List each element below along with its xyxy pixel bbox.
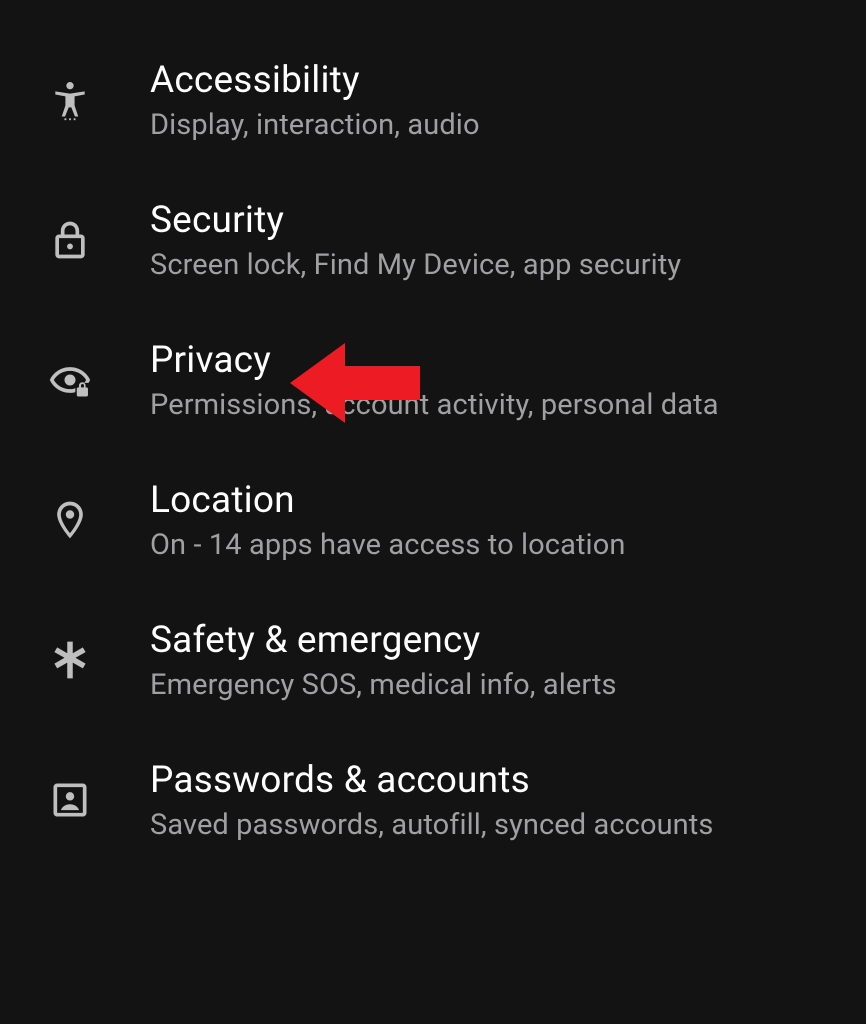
- privacy-eye-icon: [40, 350, 100, 410]
- emergency-asterisk-icon: [40, 630, 100, 690]
- settings-item-accessibility[interactable]: Accessibility Display, interaction, audi…: [0, 30, 866, 170]
- settings-item-security[interactable]: Security Screen lock, Find My Device, ap…: [0, 170, 866, 310]
- accessibility-icon: [40, 70, 100, 130]
- settings-item-text: Safety & emergency Emergency SOS, medica…: [150, 619, 617, 702]
- settings-item-title: Security: [150, 199, 681, 242]
- settings-item-title: Privacy: [150, 339, 719, 382]
- settings-item-title: Location: [150, 479, 625, 522]
- settings-item-title: Passwords & accounts: [150, 759, 713, 802]
- settings-item-subtitle: Display, interaction, audio: [150, 108, 480, 142]
- settings-item-text: Security Screen lock, Find My Device, ap…: [150, 199, 681, 282]
- settings-item-subtitle: Emergency SOS, medical info, alerts: [150, 668, 617, 702]
- account-box-icon: [40, 770, 100, 830]
- settings-item-text: Location On - 14 apps have access to loc…: [150, 479, 625, 562]
- settings-item-text: Privacy Permissions, account activity, p…: [150, 339, 719, 422]
- settings-item-subtitle: Screen lock, Find My Device, app securit…: [150, 248, 681, 282]
- settings-item-subtitle: On - 14 apps have access to location: [150, 528, 625, 562]
- settings-item-subtitle: Permissions, account activity, personal …: [150, 388, 719, 422]
- settings-item-privacy[interactable]: Privacy Permissions, account activity, p…: [0, 310, 866, 450]
- settings-item-safety-emergency[interactable]: Safety & emergency Emergency SOS, medica…: [0, 590, 866, 730]
- settings-list: Accessibility Display, interaction, audi…: [0, 0, 866, 870]
- settings-item-title: Accessibility: [150, 59, 480, 102]
- lock-icon: [40, 210, 100, 270]
- settings-item-passwords-accounts[interactable]: Passwords & accounts Saved passwords, au…: [0, 730, 866, 870]
- settings-item-text: Passwords & accounts Saved passwords, au…: [150, 759, 713, 842]
- location-pin-icon: [40, 490, 100, 550]
- settings-item-location[interactable]: Location On - 14 apps have access to loc…: [0, 450, 866, 590]
- settings-item-title: Safety & emergency: [150, 619, 617, 662]
- settings-item-text: Accessibility Display, interaction, audi…: [150, 59, 480, 142]
- settings-item-subtitle: Saved passwords, autofill, synced accoun…: [150, 808, 713, 842]
